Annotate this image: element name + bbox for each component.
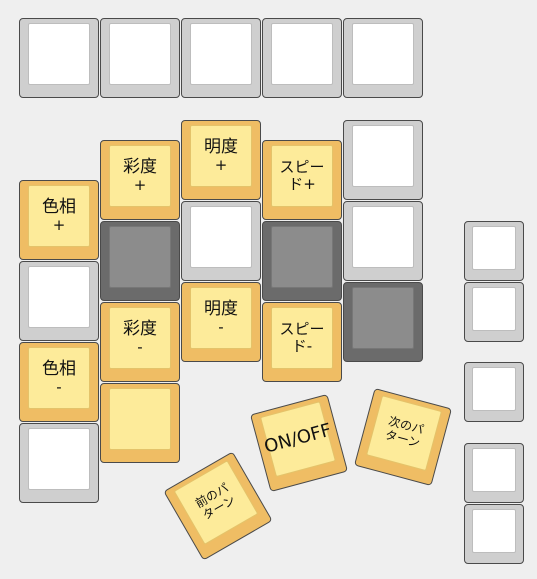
key-label-line2: -: [218, 318, 224, 337]
keycap-top: [352, 287, 414, 349]
keycap-top: スピー ド+: [271, 145, 333, 207]
key-right-3[interactable]: [464, 362, 524, 422]
key-label-line2: +: [214, 156, 228, 175]
keycap-top: 明度 +: [190, 125, 252, 187]
keycap-top: [190, 206, 252, 268]
key-col1-blank[interactable]: [19, 261, 99, 341]
key-brightness-up[interactable]: 明度 +: [181, 120, 261, 200]
key-label-line2: +: [52, 216, 66, 235]
key-brightness-down[interactable]: 明度 -: [181, 282, 261, 362]
key-label-line1: スピー: [279, 319, 325, 338]
key-top-5[interactable]: [343, 18, 423, 98]
key-right-4[interactable]: [464, 443, 524, 503]
key-on-off[interactable]: ON/OFF: [250, 394, 348, 492]
keycap-top: [472, 367, 516, 411]
key-right-1[interactable]: [464, 221, 524, 281]
keycap-top: 前のパ ターン: [173, 460, 259, 545]
keycap-top: [109, 226, 171, 288]
keycap-top: 次のパ ターン: [366, 395, 443, 472]
key-top-1[interactable]: [19, 18, 99, 98]
keycap-top: 彩度 +: [109, 145, 171, 207]
key-top-2[interactable]: [100, 18, 180, 98]
key-col4-dark[interactable]: [262, 221, 342, 301]
keycap-top: [28, 23, 90, 85]
key-col5-blank-1[interactable]: [343, 120, 423, 200]
keycap-top: スピー ド-: [271, 307, 333, 369]
key-label-line1: 彩度: [123, 318, 157, 339]
keycap-top: 明度 -: [190, 287, 252, 349]
keycap-top: 色相 -: [28, 347, 90, 409]
key-label-line1: 彩度: [123, 156, 157, 177]
key-label-line2: -: [56, 378, 62, 397]
key-speed-up[interactable]: スピー ド+: [262, 140, 342, 220]
key-col3-blank[interactable]: [181, 201, 261, 281]
keycap-top: ON/OFF: [259, 401, 336, 478]
key-label-line1: 明度: [204, 298, 238, 319]
key-label-line2: ド+: [288, 175, 316, 193]
keycap-top: [271, 23, 333, 85]
keycap-top: [472, 226, 516, 270]
keycap-top: [352, 206, 414, 268]
key-label-line2: ド-: [291, 337, 313, 355]
keycap-top: [28, 428, 90, 490]
key-col5-blank-2[interactable]: [343, 201, 423, 281]
key-top-3[interactable]: [181, 18, 261, 98]
keycap-top: [472, 287, 516, 331]
key-hue-up[interactable]: 色相 +: [19, 180, 99, 260]
key-col5-dark[interactable]: [343, 282, 423, 362]
key-right-2[interactable]: [464, 282, 524, 342]
keycap-top: [472, 448, 516, 492]
keycap-top: [28, 266, 90, 328]
keycap-top: [352, 125, 414, 187]
key-label-line2: +: [133, 176, 147, 195]
key-label-line1: スピー: [279, 157, 325, 176]
keycap-top: [109, 388, 171, 450]
key-speed-down[interactable]: スピー ド-: [262, 302, 342, 382]
keycap-top: 色相 +: [28, 185, 90, 247]
key-label-line1: 色相: [42, 196, 76, 217]
key-col1-bottom[interactable]: [19, 423, 99, 503]
key-label-line1: 色相: [42, 358, 76, 379]
key-col2-blank-orange[interactable]: [100, 383, 180, 463]
key-previous-pattern[interactable]: 前のパ ターン: [163, 451, 273, 561]
key-hue-down[interactable]: 色相 -: [19, 342, 99, 422]
key-next-pattern[interactable]: 次のパ ターン: [354, 388, 452, 486]
keycap-top: [271, 226, 333, 288]
key-col2-dark[interactable]: [100, 221, 180, 301]
keycap-top: [109, 23, 171, 85]
keycap-top: 彩度 -: [109, 307, 171, 369]
key-label: ON/OFF: [261, 419, 334, 458]
key-saturation-up[interactable]: 彩度 +: [100, 140, 180, 220]
key-top-4[interactable]: [262, 18, 342, 98]
keycap-top: [352, 23, 414, 85]
key-right-5[interactable]: [464, 504, 524, 564]
key-saturation-down[interactable]: 彩度 -: [100, 302, 180, 382]
keycap-top: [190, 23, 252, 85]
keycap-top: [472, 509, 516, 553]
key-label-line2: -: [137, 338, 143, 357]
key-label-line1: 明度: [204, 136, 238, 157]
